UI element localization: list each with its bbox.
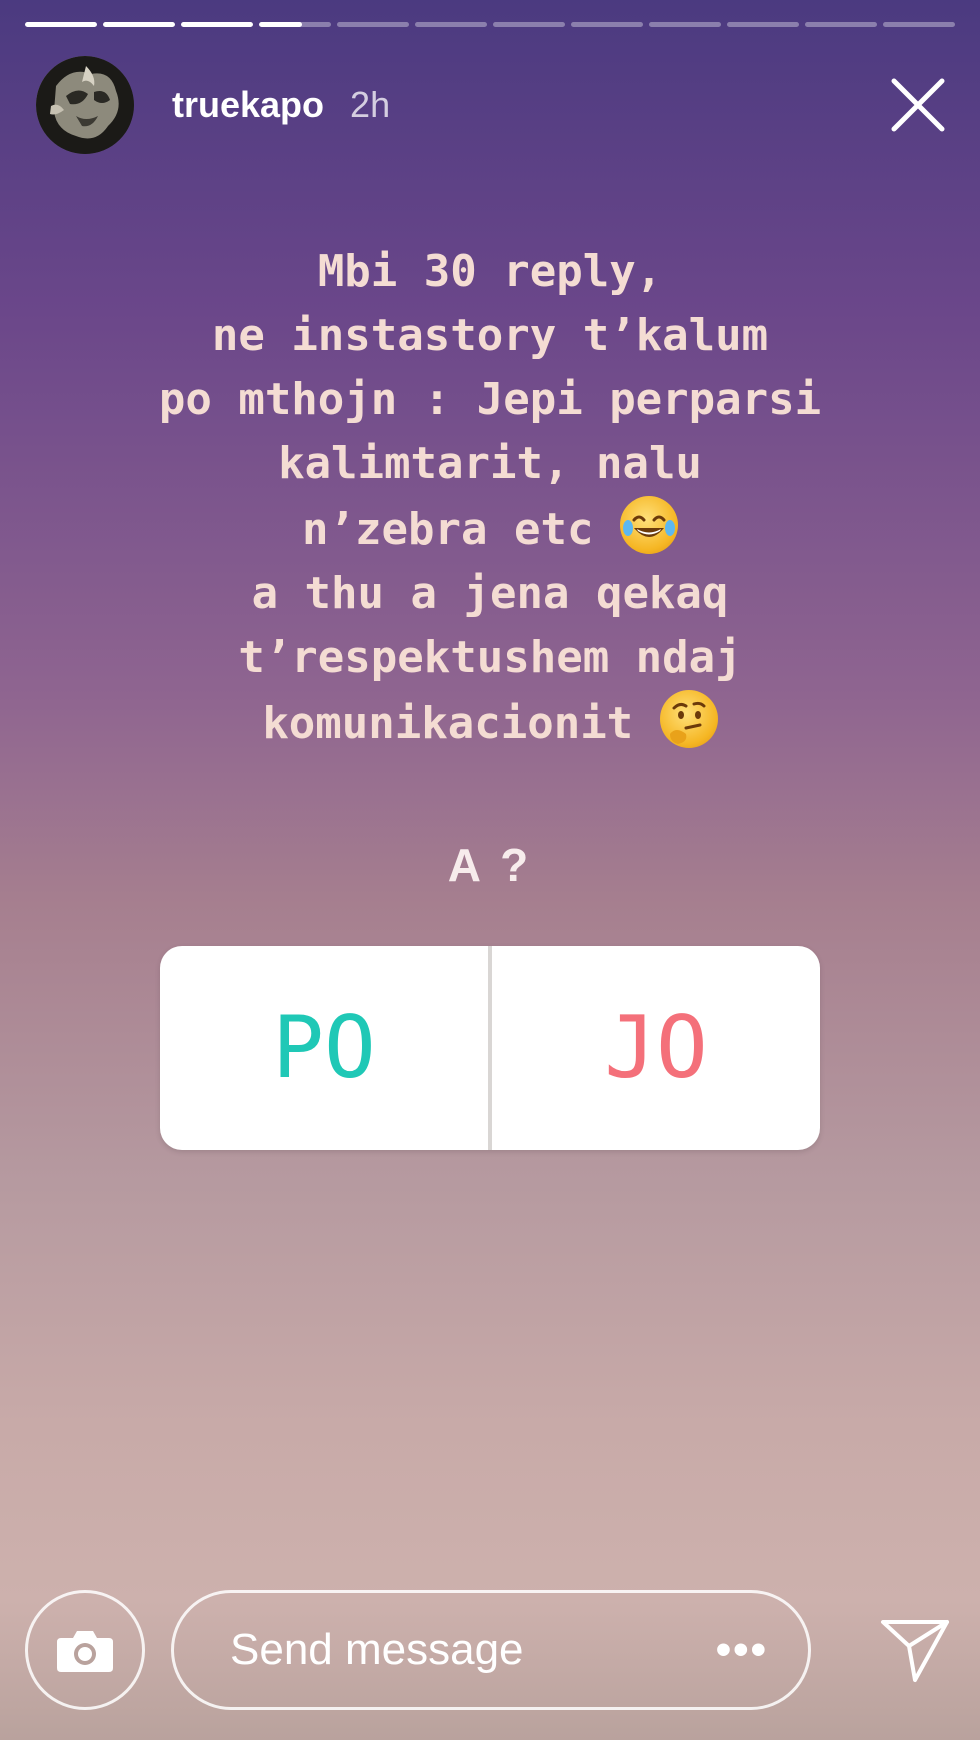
send-message-placeholder: Send message bbox=[230, 1625, 524, 1674]
story-line: Mbi 30 reply, bbox=[317, 246, 663, 297]
laughing-tears-emoji-icon bbox=[619, 496, 678, 554]
avatar[interactable] bbox=[36, 56, 134, 154]
story-line: t’respektushem ndaj bbox=[238, 632, 742, 683]
progress-segment bbox=[337, 22, 409, 27]
progress-segment-fill bbox=[181, 22, 253, 27]
progress-segment bbox=[571, 22, 643, 27]
story-line: n’zebra etc bbox=[302, 504, 594, 555]
camera-icon bbox=[57, 1631, 113, 1672]
story-text: Mbi 30 reply, ne instastory t’kalum po m… bbox=[30, 240, 950, 756]
progress-segment bbox=[727, 22, 799, 27]
progress-segment bbox=[415, 22, 487, 27]
progress-segment bbox=[103, 22, 175, 27]
poll-question: A ? bbox=[447, 839, 533, 891]
story-line-with-emoji: komunikacionit bbox=[30, 690, 950, 756]
progress-segment bbox=[25, 22, 97, 27]
more-options-button[interactable]: ••• bbox=[716, 1625, 768, 1675]
camera-button[interactable] bbox=[25, 1590, 145, 1710]
story-line: po mthojn : Jepi perparsi bbox=[158, 374, 822, 425]
poll-sticker: PO JO bbox=[160, 946, 820, 1150]
send-icon bbox=[881, 1620, 949, 1682]
avatar-photo-icon bbox=[36, 56, 134, 154]
poll-option-no[interactable]: JO bbox=[492, 946, 820, 1150]
progress-segment bbox=[805, 22, 877, 27]
progress-segment-fill bbox=[259, 22, 303, 27]
send-button[interactable] bbox=[875, 1610, 955, 1690]
progress-segment bbox=[181, 22, 253, 27]
progress-segment bbox=[259, 22, 331, 27]
story-line: komunikacionit bbox=[262, 698, 634, 749]
close-button[interactable] bbox=[886, 73, 950, 137]
send-message-input[interactable]: Send message ••• bbox=[171, 1590, 811, 1710]
story-line: kalimtarit, nalu bbox=[278, 438, 702, 489]
story-line-with-emoji: n’zebra etc bbox=[30, 496, 950, 562]
progress-segment bbox=[493, 22, 565, 27]
progress-segment bbox=[649, 22, 721, 27]
close-icon bbox=[891, 78, 945, 132]
progress-segment-fill bbox=[25, 22, 97, 27]
post-time: 2h bbox=[350, 84, 391, 125]
story-progress-bar bbox=[25, 22, 955, 27]
story-line: a thu a jena qekaq bbox=[251, 568, 729, 619]
username[interactable]: truekapo bbox=[172, 84, 324, 126]
poll-option-yes[interactable]: PO bbox=[160, 946, 488, 1150]
story-line: ne instastory t’kalum bbox=[211, 310, 769, 361]
progress-segment-fill bbox=[103, 22, 175, 27]
progress-segment bbox=[883, 22, 955, 27]
reply-bar: Send message ••• bbox=[25, 1590, 955, 1710]
story-header: truekapo 2h bbox=[36, 55, 950, 155]
thinking-face-emoji-icon bbox=[659, 690, 718, 748]
